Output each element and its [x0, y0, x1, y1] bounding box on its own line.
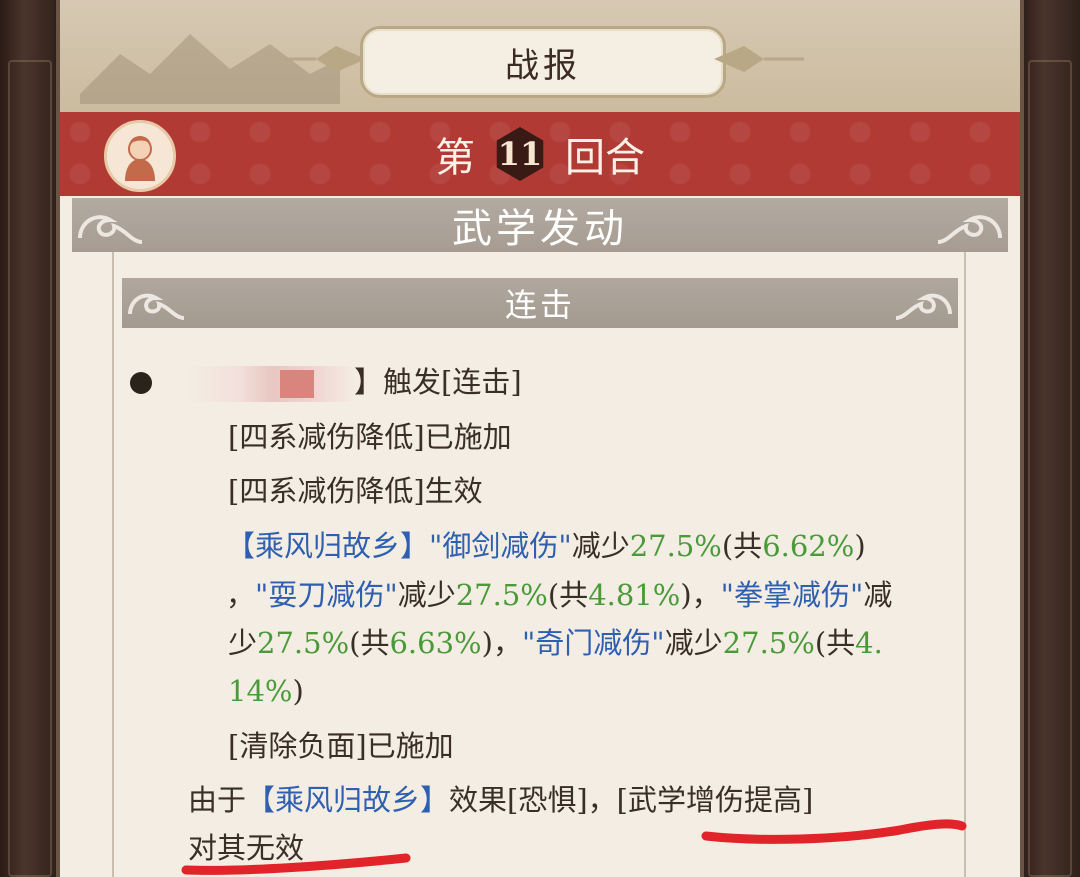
log-line-effect-3: 少27.5%(共6.63%)，"奇门减伤"减少27.5%(共4. — [228, 626, 883, 660]
cloud-ornament-small-right-icon — [895, 293, 952, 320]
page-title: 战报 — [505, 45, 581, 86]
log-line-effect-1: 【乘风归故乡】"御剑减伤"减少27.5%(共6.62%) — [226, 529, 866, 563]
cloud-ornament-left-icon — [78, 215, 143, 244]
log-line-effect-4: 14%) — [228, 674, 304, 708]
battle-report-panel: 战报 第 11 回合 武学发动 连击 】触发[连击] [四系减伤降低]已施加 [… — [60, 0, 1020, 877]
skill-name: 【乘风归故乡】 — [226, 529, 430, 563]
plaque-ornament-right — [714, 46, 804, 72]
annotation-underline-invalid — [181, 853, 411, 875]
subsection-title: 连击 — [504, 286, 575, 324]
background-right — [1020, 0, 1080, 877]
log-line-immune: 由于【乘风归故乡】效果[恐惧]，[武学增伤提高] — [188, 783, 814, 817]
round-number-badge: 11 — [496, 127, 544, 181]
title-plaque: 战报 — [360, 26, 726, 98]
section-header: 武学发动 — [72, 198, 1008, 252]
log-line-applied: [四系减伤降低]已施加 — [228, 420, 512, 454]
round-banner: 第 11 回合 — [60, 112, 1020, 196]
round-prefix: 第 — [435, 135, 475, 181]
plaque-ornament-left — [276, 46, 366, 72]
title-bar: 战报 — [60, 0, 1020, 112]
log-line-effective: [四系减伤降低]生效 — [228, 474, 483, 508]
log-line-effect-2: ，"耍刀减伤"减少27.5%(共4.81%)，"拳掌减伤"减 — [226, 578, 893, 612]
section-title: 武学发动 — [452, 206, 628, 252]
cloud-ornament-small-left-icon — [128, 293, 185, 320]
annotation-underline-buff — [701, 819, 967, 844]
round-suffix: 回合 — [565, 135, 645, 181]
subsection-header: 连击 — [122, 278, 958, 328]
log-bullet — [130, 372, 152, 394]
redacted-character-name — [188, 366, 356, 402]
log-line-trigger: 】触发[连击] — [354, 365, 522, 399]
background-left — [0, 0, 60, 877]
cloud-ornament-right-icon — [937, 215, 1002, 244]
log-line-cleanse: [清除负面]已施加 — [228, 729, 454, 763]
